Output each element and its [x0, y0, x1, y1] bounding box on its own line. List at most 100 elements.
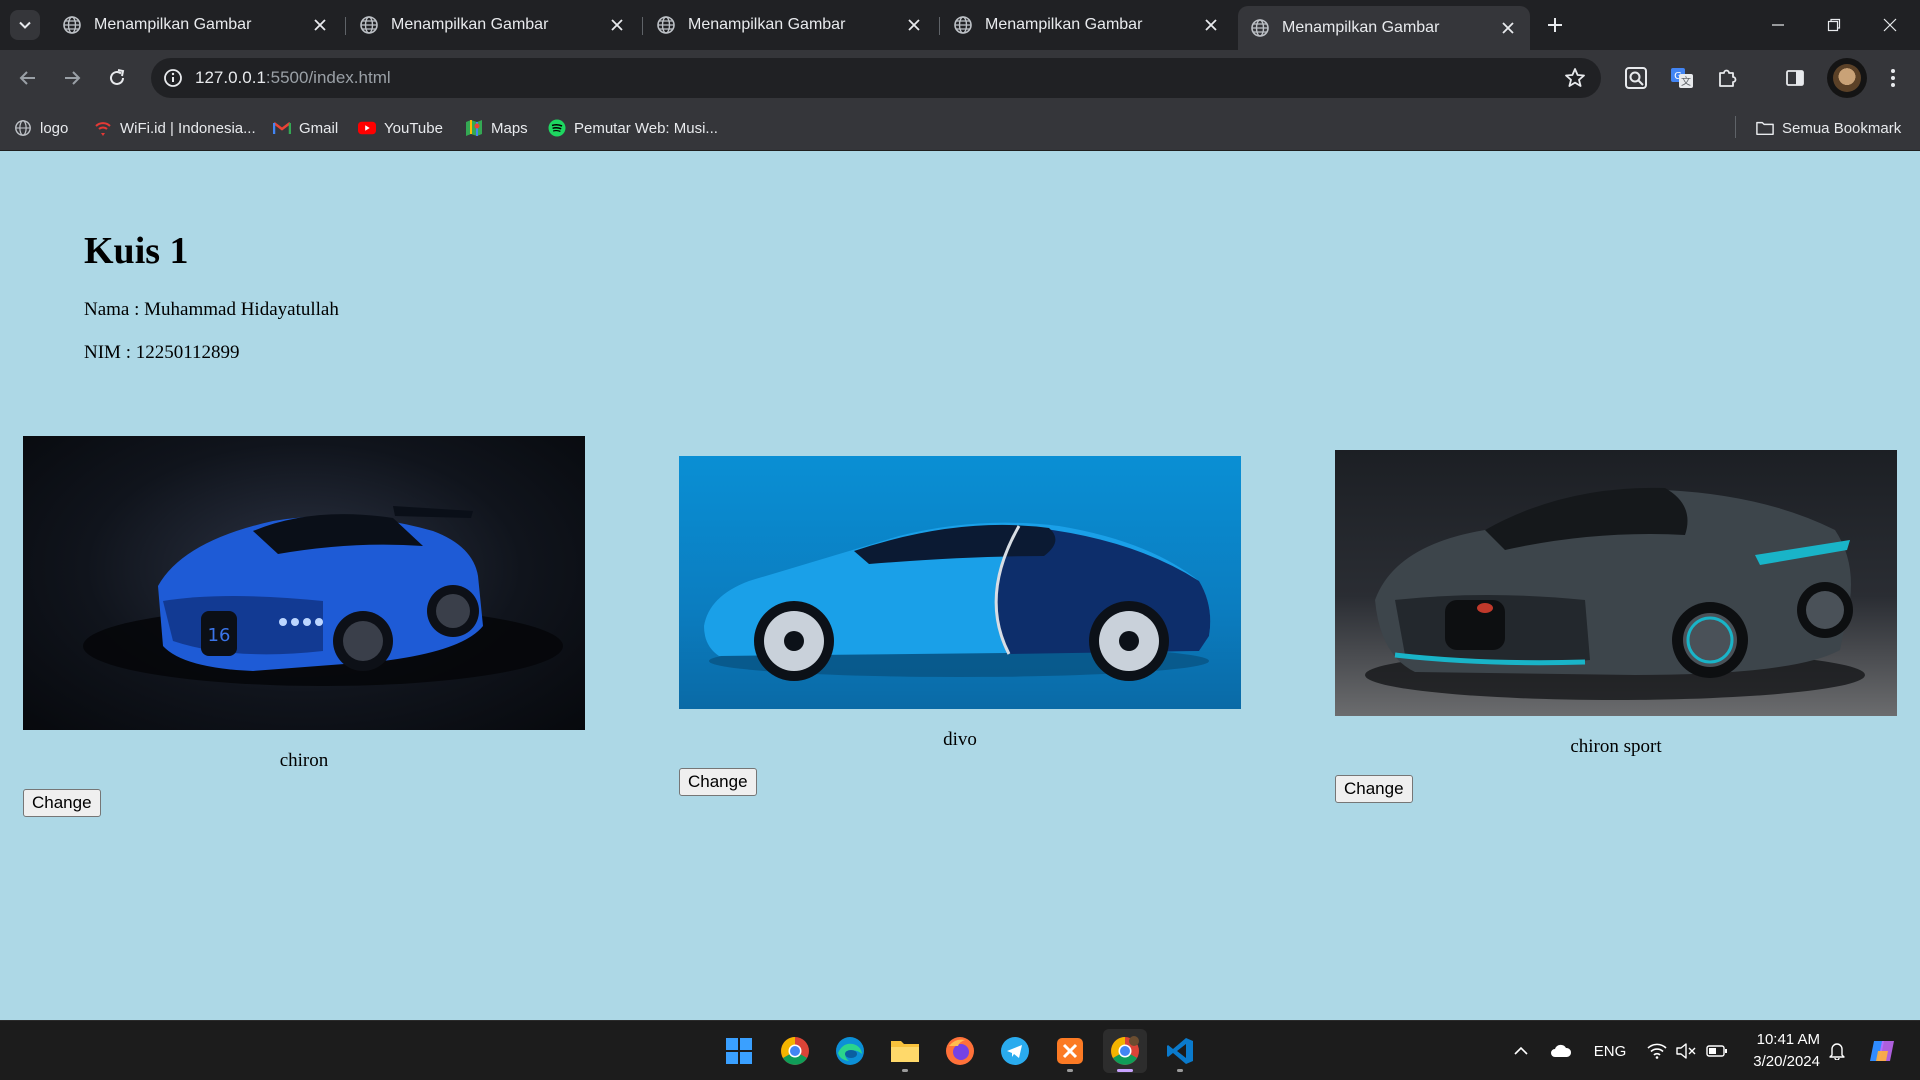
taskbar-firefox[interactable]	[938, 1029, 982, 1073]
side-panel-button[interactable]	[1779, 62, 1811, 94]
browser-tab[interactable]: Menampilkan Gambar	[50, 7, 342, 43]
car-caption: chiron sport	[1570, 736, 1662, 757]
chevron-up-icon	[1514, 1046, 1528, 1055]
bookmark-divider	[1735, 116, 1736, 138]
url-text: 127.0.0.1:5500/index.html	[195, 68, 391, 88]
restore-icon	[1827, 18, 1841, 32]
taskbar-chrome-active[interactable]	[1103, 1029, 1147, 1073]
bookmark-label: YouTube	[384, 119, 443, 137]
restore-button[interactable]	[1806, 0, 1862, 50]
wifi-icon	[1647, 1043, 1667, 1059]
taskbar-file-explorer[interactable]	[883, 1029, 927, 1073]
taskbar-edge[interactable]	[828, 1029, 872, 1073]
tab-title: Menampilkan Gambar	[94, 16, 252, 33]
firefox-icon	[946, 1037, 974, 1065]
reload-icon	[110, 69, 125, 85]
notifications-button[interactable]	[1825, 1021, 1849, 1080]
minimize-button[interactable]	[1750, 0, 1806, 50]
language-indicator[interactable]: ENG	[1588, 1021, 1632, 1080]
show-hidden-icons-button[interactable]	[1508, 1021, 1534, 1080]
kebab-menu-icon	[1891, 69, 1895, 87]
close-icon[interactable]	[904, 15, 924, 35]
reload-button[interactable]	[101, 62, 133, 94]
start-button[interactable]	[717, 1029, 761, 1073]
arrow-left-icon	[19, 71, 35, 85]
change-button[interactable]: Change	[679, 768, 757, 796]
car-image-chiron-sport	[1335, 450, 1897, 716]
taskbar-chrome[interactable]	[773, 1029, 817, 1073]
bookmark-label: Pemutar Web: Musi...	[574, 119, 718, 137]
battery-button[interactable]	[1703, 1021, 1731, 1080]
close-icon[interactable]	[607, 15, 627, 35]
star-icon[interactable]	[1563, 66, 1587, 90]
browser-tab[interactable]: Menampilkan Gambar	[941, 7, 1233, 43]
all-bookmarks-button[interactable]: Semua Bookmark	[1756, 114, 1901, 142]
tab-separator	[642, 17, 643, 35]
taskbar-vscode[interactable]	[1158, 1029, 1202, 1073]
bookmark-gmail[interactable]: Gmail	[273, 114, 338, 142]
bookmarks-bar: logo WiFi.id | Indonesia... Gmail YouTub…	[0, 106, 1920, 151]
globe-icon	[63, 16, 81, 34]
extensions-button[interactable]	[1711, 62, 1743, 94]
telegram-icon	[1001, 1037, 1029, 1065]
change-button[interactable]: Change	[1335, 775, 1413, 803]
browser-toolbar: 127.0.0.1:5500/index.html G文	[0, 50, 1920, 106]
browser-tab[interactable]: Menampilkan Gambar	[347, 7, 639, 43]
folder-icon	[891, 1041, 919, 1062]
bookmark-label: Gmail	[299, 119, 339, 137]
clock-date: 3/20/2024	[1753, 1053, 1820, 1070]
running-indicator	[1177, 1069, 1183, 1072]
spotify-icon	[548, 119, 566, 137]
wifi-id-icon	[94, 119, 112, 137]
browser-tab[interactable]: Menampilkan Gambar	[644, 7, 936, 43]
forward-button[interactable]	[56, 62, 88, 94]
bookmark-maps[interactable]: Maps	[465, 114, 528, 142]
bookmark-youtube[interactable]: YouTube	[358, 114, 443, 142]
copilot-button[interactable]	[1864, 1021, 1900, 1080]
taskbar-xampp[interactable]	[1048, 1029, 1092, 1073]
back-button[interactable]	[12, 62, 44, 94]
address-bar[interactable]: 127.0.0.1:5500/index.html	[151, 58, 1601, 98]
info-icon[interactable]	[161, 66, 185, 90]
bookmark-logo[interactable]: logo	[14, 114, 68, 142]
taskbar-telegram[interactable]	[993, 1029, 1037, 1073]
clock-time: 10:41 AM	[1756, 1031, 1820, 1048]
new-tab-button[interactable]	[1540, 10, 1570, 40]
minimize-icon	[1772, 24, 1784, 26]
onedrive-button[interactable]	[1546, 1021, 1576, 1080]
profile-avatar[interactable]	[1827, 58, 1867, 98]
close-icon[interactable]	[310, 15, 330, 35]
car-illustration	[704, 522, 1211, 681]
close-icon[interactable]	[1498, 18, 1518, 38]
close-icon[interactable]	[1201, 15, 1221, 35]
tab-strip: Menampilkan Gambar Menampilkan Gambar Me…	[0, 0, 1920, 50]
car-card: chiron sport Change	[1335, 450, 1897, 803]
svg-text:16: 16	[208, 625, 231, 646]
car-image-divo	[679, 456, 1241, 709]
change-button[interactable]: Change	[23, 789, 101, 817]
clock[interactable]: 10:41 AM 3/20/2024	[1738, 1029, 1820, 1073]
menu-button[interactable]	[1877, 62, 1909, 94]
page-content: Kuis 1 Nama : Muhammad Hidayatullah NIM …	[0, 151, 1920, 1020]
translate-button[interactable]: G文	[1666, 62, 1698, 94]
car-illustration	[1365, 487, 1865, 700]
browser-tab-active[interactable]: Menampilkan Gambar	[1238, 6, 1530, 50]
running-indicator	[902, 1069, 908, 1072]
edge-icon	[836, 1037, 864, 1065]
car-card: divo Change	[679, 456, 1241, 796]
maps-icon	[465, 119, 483, 137]
tab-search-button[interactable]	[10, 10, 40, 40]
wifi-button[interactable]	[1643, 1021, 1671, 1080]
car-caption: chiron	[279, 750, 329, 771]
gmail-icon	[273, 119, 291, 137]
volume-button[interactable]	[1673, 1021, 1699, 1080]
chrome-icon	[1111, 1036, 1139, 1065]
lens-button[interactable]	[1620, 62, 1652, 94]
google-lens-icon	[1625, 67, 1647, 89]
close-window-button[interactable]	[1862, 0, 1918, 50]
car-illustration: 16	[83, 506, 563, 686]
bookmark-wifi-id[interactable]: WiFi.id | Indonesia...	[94, 114, 256, 142]
bookmark-spotify[interactable]: Pemutar Web: Musi...	[548, 114, 718, 142]
tab-separator	[939, 17, 940, 35]
url-path: :5500/index.html	[265, 68, 391, 87]
